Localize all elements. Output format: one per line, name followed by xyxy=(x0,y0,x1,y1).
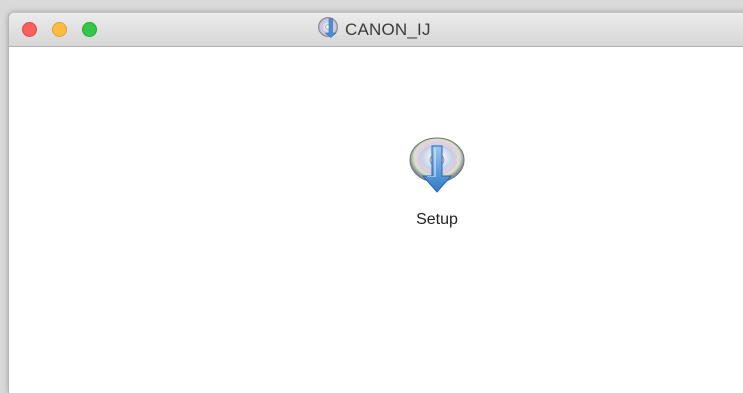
finder-window: CANON_IJ Setup xyxy=(8,12,743,393)
installer-disc-icon[interactable] xyxy=(402,132,472,207)
window-content: Setup xyxy=(9,47,743,387)
zoom-button[interactable] xyxy=(82,22,97,37)
file-label[interactable]: Setup xyxy=(416,211,458,229)
disc-image-icon xyxy=(317,16,339,43)
minimize-button[interactable] xyxy=(52,22,67,37)
window-title: CANON_IJ xyxy=(317,13,431,46)
close-button[interactable] xyxy=(22,22,37,37)
title-bar[interactable]: CANON_IJ xyxy=(9,13,743,47)
setup-file-item[interactable]: Setup xyxy=(399,132,475,229)
window-title-text: CANON_IJ xyxy=(345,19,431,39)
